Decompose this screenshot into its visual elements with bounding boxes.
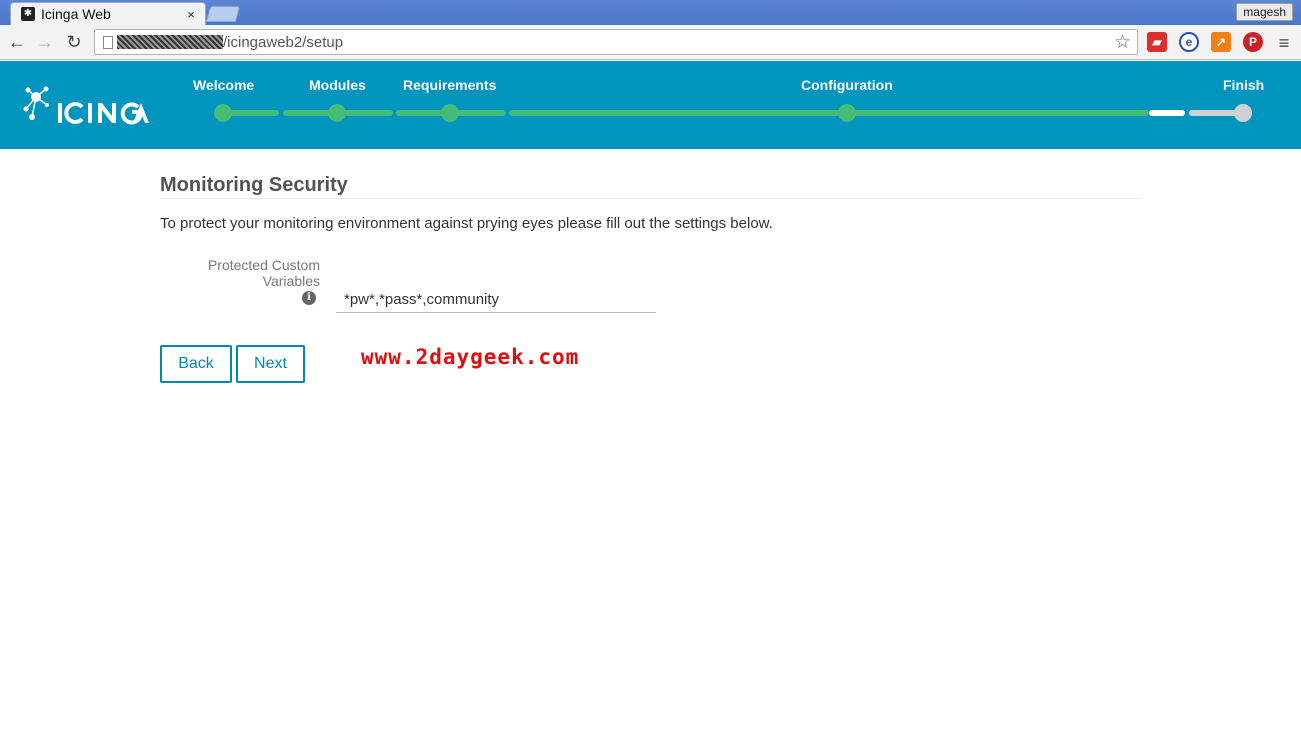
step-dot-configuration <box>838 104 856 122</box>
url-text: /icingaweb2/setup <box>223 33 344 51</box>
protected-custom-variables-input[interactable] <box>336 286 656 313</box>
progress-segment-current <box>1149 110 1185 116</box>
step-dot-welcome <box>214 104 232 122</box>
extension-train-icon[interactable]: ▰ <box>1147 32 1167 52</box>
back-button[interactable]: Back <box>160 345 232 383</box>
page-title: Monitoring Security <box>160 174 348 196</box>
progress-segment-configuration <box>509 110 1149 116</box>
info-icon[interactable]: i <box>302 291 316 305</box>
step-dot-requirements <box>441 104 459 122</box>
step-finish: Finish <box>1223 77 1265 93</box>
step-dot-finish <box>1234 104 1252 122</box>
forward-arrow-icon[interactable]: → <box>34 31 56 53</box>
close-tab-icon[interactable]: × <box>183 7 199 22</box>
pinterest-icon[interactable]: P <box>1243 32 1263 52</box>
step-configuration: Configuration <box>801 77 893 93</box>
step-modules: Modules <box>309 77 366 93</box>
back-arrow-icon[interactable]: ← <box>6 31 28 53</box>
next-button[interactable]: Next <box>236 345 305 383</box>
tab-title: Icinga Web <box>41 6 111 22</box>
icinga-header: Welcome Modules Requirements Configurati… <box>0 61 1301 149</box>
extension-chart-icon[interactable]: ↗ <box>1211 32 1231 52</box>
icinga-logo <box>23 86 149 125</box>
reload-icon[interactable]: ↻ <box>63 31 85 53</box>
protected-custom-variables-label: Protected Custom Variables <box>207 257 320 289</box>
browser-tabstrip: ✱ Icinga Web × magesh <box>0 0 1301 25</box>
page-icon <box>103 35 113 49</box>
bookmark-star-icon[interactable]: ☆ <box>1114 31 1131 54</box>
step-requirements: Requirements <box>403 77 497 93</box>
intro-text: To protect your monitoring environment a… <box>160 215 773 232</box>
step-dot-modules <box>328 104 346 122</box>
browser-tab[interactable]: ✱ Icinga Web × <box>10 2 206 25</box>
browser-toolbar: ← → ↻ /icingaweb2/setup ☆ ▰ e ↗ P ≡ <box>0 25 1301 60</box>
new-tab-button[interactable] <box>205 6 241 22</box>
step-welcome: Welcome <box>193 77 255 93</box>
profile-user-badge[interactable]: magesh <box>1236 3 1293 21</box>
address-bar[interactable]: /icingaweb2/setup ☆ <box>94 29 1138 55</box>
title-divider <box>160 198 1141 199</box>
watermark-text: www.2daygeek.com <box>361 345 580 369</box>
extension-e-icon[interactable]: e <box>1179 32 1199 52</box>
icinga-favicon-icon: ✱ <box>21 7 35 21</box>
browser-menu-icon[interactable]: ≡ <box>1276 33 1292 54</box>
redacted-host <box>117 35 223 49</box>
